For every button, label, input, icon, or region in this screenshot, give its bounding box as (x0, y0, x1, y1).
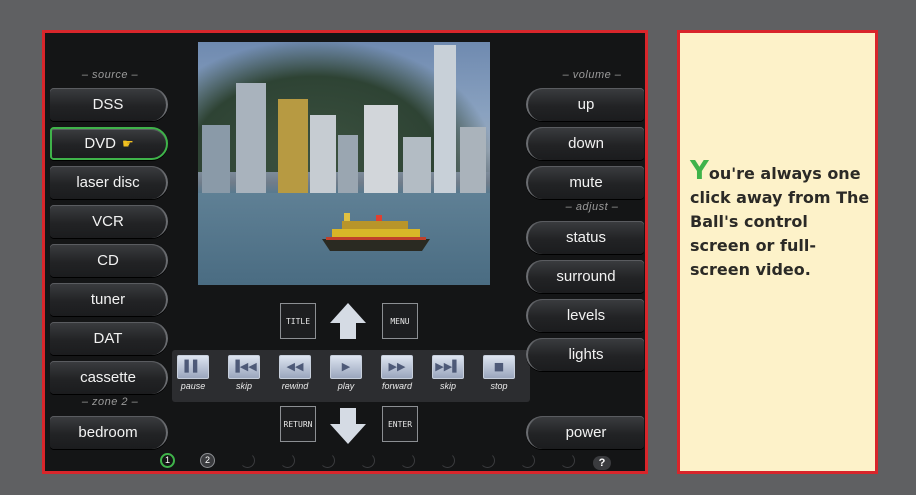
video-building (338, 135, 358, 195)
page-slot (280, 453, 295, 468)
skip-forward-icon[interactable]: ▶▶▌ (432, 355, 464, 379)
pause-label: pause (180, 381, 206, 391)
source-cd-button[interactable]: CD (50, 244, 168, 277)
surround-button[interactable]: surround (526, 260, 644, 293)
skip-forward-label: skip (439, 381, 456, 391)
ferry-boat-icon (322, 213, 430, 251)
title-button[interactable]: TITLE (280, 303, 316, 339)
help-button[interactable]: ? (593, 456, 611, 470)
source-dat-button[interactable]: DAT (50, 322, 168, 355)
return-button[interactable]: RETURN (280, 406, 316, 442)
volume-section-label: – volume – (562, 69, 622, 81)
caption-drop-letter: Y (690, 156, 709, 186)
adjust-section-label: – adjust – (565, 201, 619, 213)
play-control[interactable]: ▶ play (328, 355, 364, 391)
source-dss-button[interactable]: DSS (50, 88, 168, 121)
skip-back-icon[interactable]: ▐◀◀ (228, 355, 260, 379)
stop-icon[interactable]: ■ (483, 355, 515, 379)
forward-label: forward (381, 381, 412, 391)
video-building (310, 115, 336, 195)
control-panel: – source – DSS DVD ☛ laser disc VCR CD tu… (42, 30, 648, 474)
page-slot (400, 453, 415, 468)
page-1-button[interactable]: 1 (160, 453, 175, 468)
video-building (434, 45, 456, 195)
caption-text: You're always one click away from The Ba… (690, 156, 870, 282)
video-building (403, 137, 431, 195)
power-button[interactable]: power (526, 416, 644, 449)
rewind-control[interactable]: ◀◀ rewind (277, 355, 313, 391)
source-dvd-button[interactable]: DVD ☛ (50, 127, 168, 160)
play-icon[interactable]: ▶ (330, 355, 362, 379)
skip-back-control[interactable]: ▐◀◀ skip (226, 355, 262, 391)
source-tuner-button[interactable]: tuner (50, 283, 168, 316)
menu-button[interactable]: MENU (382, 303, 418, 339)
pause-icon[interactable]: ▌▌ (177, 355, 209, 379)
video-building (202, 125, 230, 195)
video-building (278, 99, 308, 195)
page-slot (360, 453, 375, 468)
page-slot (440, 453, 455, 468)
forward-icon[interactable]: ▶▶ (381, 355, 413, 379)
page-indicator-bar: 1 2 (155, 453, 625, 471)
stop-label: stop (490, 381, 508, 391)
source-laser-disc-button[interactable]: laser disc (50, 166, 168, 199)
page-slot (240, 453, 255, 468)
skip-back-label: skip (235, 381, 252, 391)
zone2-section-label: – zone 2 – (81, 396, 139, 408)
enter-button[interactable]: ENTER (382, 406, 418, 442)
forward-control[interactable]: ▶▶ forward (379, 355, 415, 391)
stop-control[interactable]: ■ stop (481, 355, 517, 391)
video-building (236, 83, 266, 195)
levels-button[interactable]: levels (526, 299, 644, 332)
source-vcr-button[interactable]: VCR (50, 205, 168, 238)
source-cassette-button[interactable]: cassette (50, 361, 168, 394)
video-building (364, 105, 398, 195)
volume-up-button[interactable]: up (526, 88, 644, 121)
page-slot (320, 453, 335, 468)
page-slot (480, 453, 495, 468)
zone2-bedroom-button[interactable]: bedroom (50, 416, 168, 449)
video-building (460, 127, 486, 195)
status-button[interactable]: status (526, 221, 644, 254)
volume-down-button[interactable]: down (526, 127, 644, 160)
caption-card: You're always one click away from The Ba… (677, 30, 878, 474)
video-preview[interactable] (198, 42, 490, 285)
lights-button[interactable]: lights (526, 338, 644, 371)
arrow-down-icon[interactable] (328, 406, 368, 446)
source-dvd-label: DVD (84, 135, 116, 152)
page-slot (520, 453, 535, 468)
transport-controls: ▌▌ pause ▐◀◀ skip ◀◀ rewind ▶ play ▶▶ fo… (172, 350, 530, 402)
rewind-icon[interactable]: ◀◀ (279, 355, 311, 379)
skip-forward-control[interactable]: ▶▶▌ skip (430, 355, 466, 391)
hand-cursor-icon: ☛ (122, 135, 134, 151)
play-label: play (337, 381, 355, 391)
arrow-up-icon[interactable] (328, 301, 368, 341)
page-2-button[interactable]: 2 (200, 453, 215, 468)
rewind-label: rewind (281, 381, 309, 391)
source-section-label: – source – (81, 69, 139, 81)
pause-control[interactable]: ▌▌ pause (175, 355, 211, 391)
page-slot (560, 453, 575, 468)
caption-body: ou're always one click away from The Bal… (690, 164, 870, 279)
mute-button[interactable]: mute (526, 166, 644, 199)
